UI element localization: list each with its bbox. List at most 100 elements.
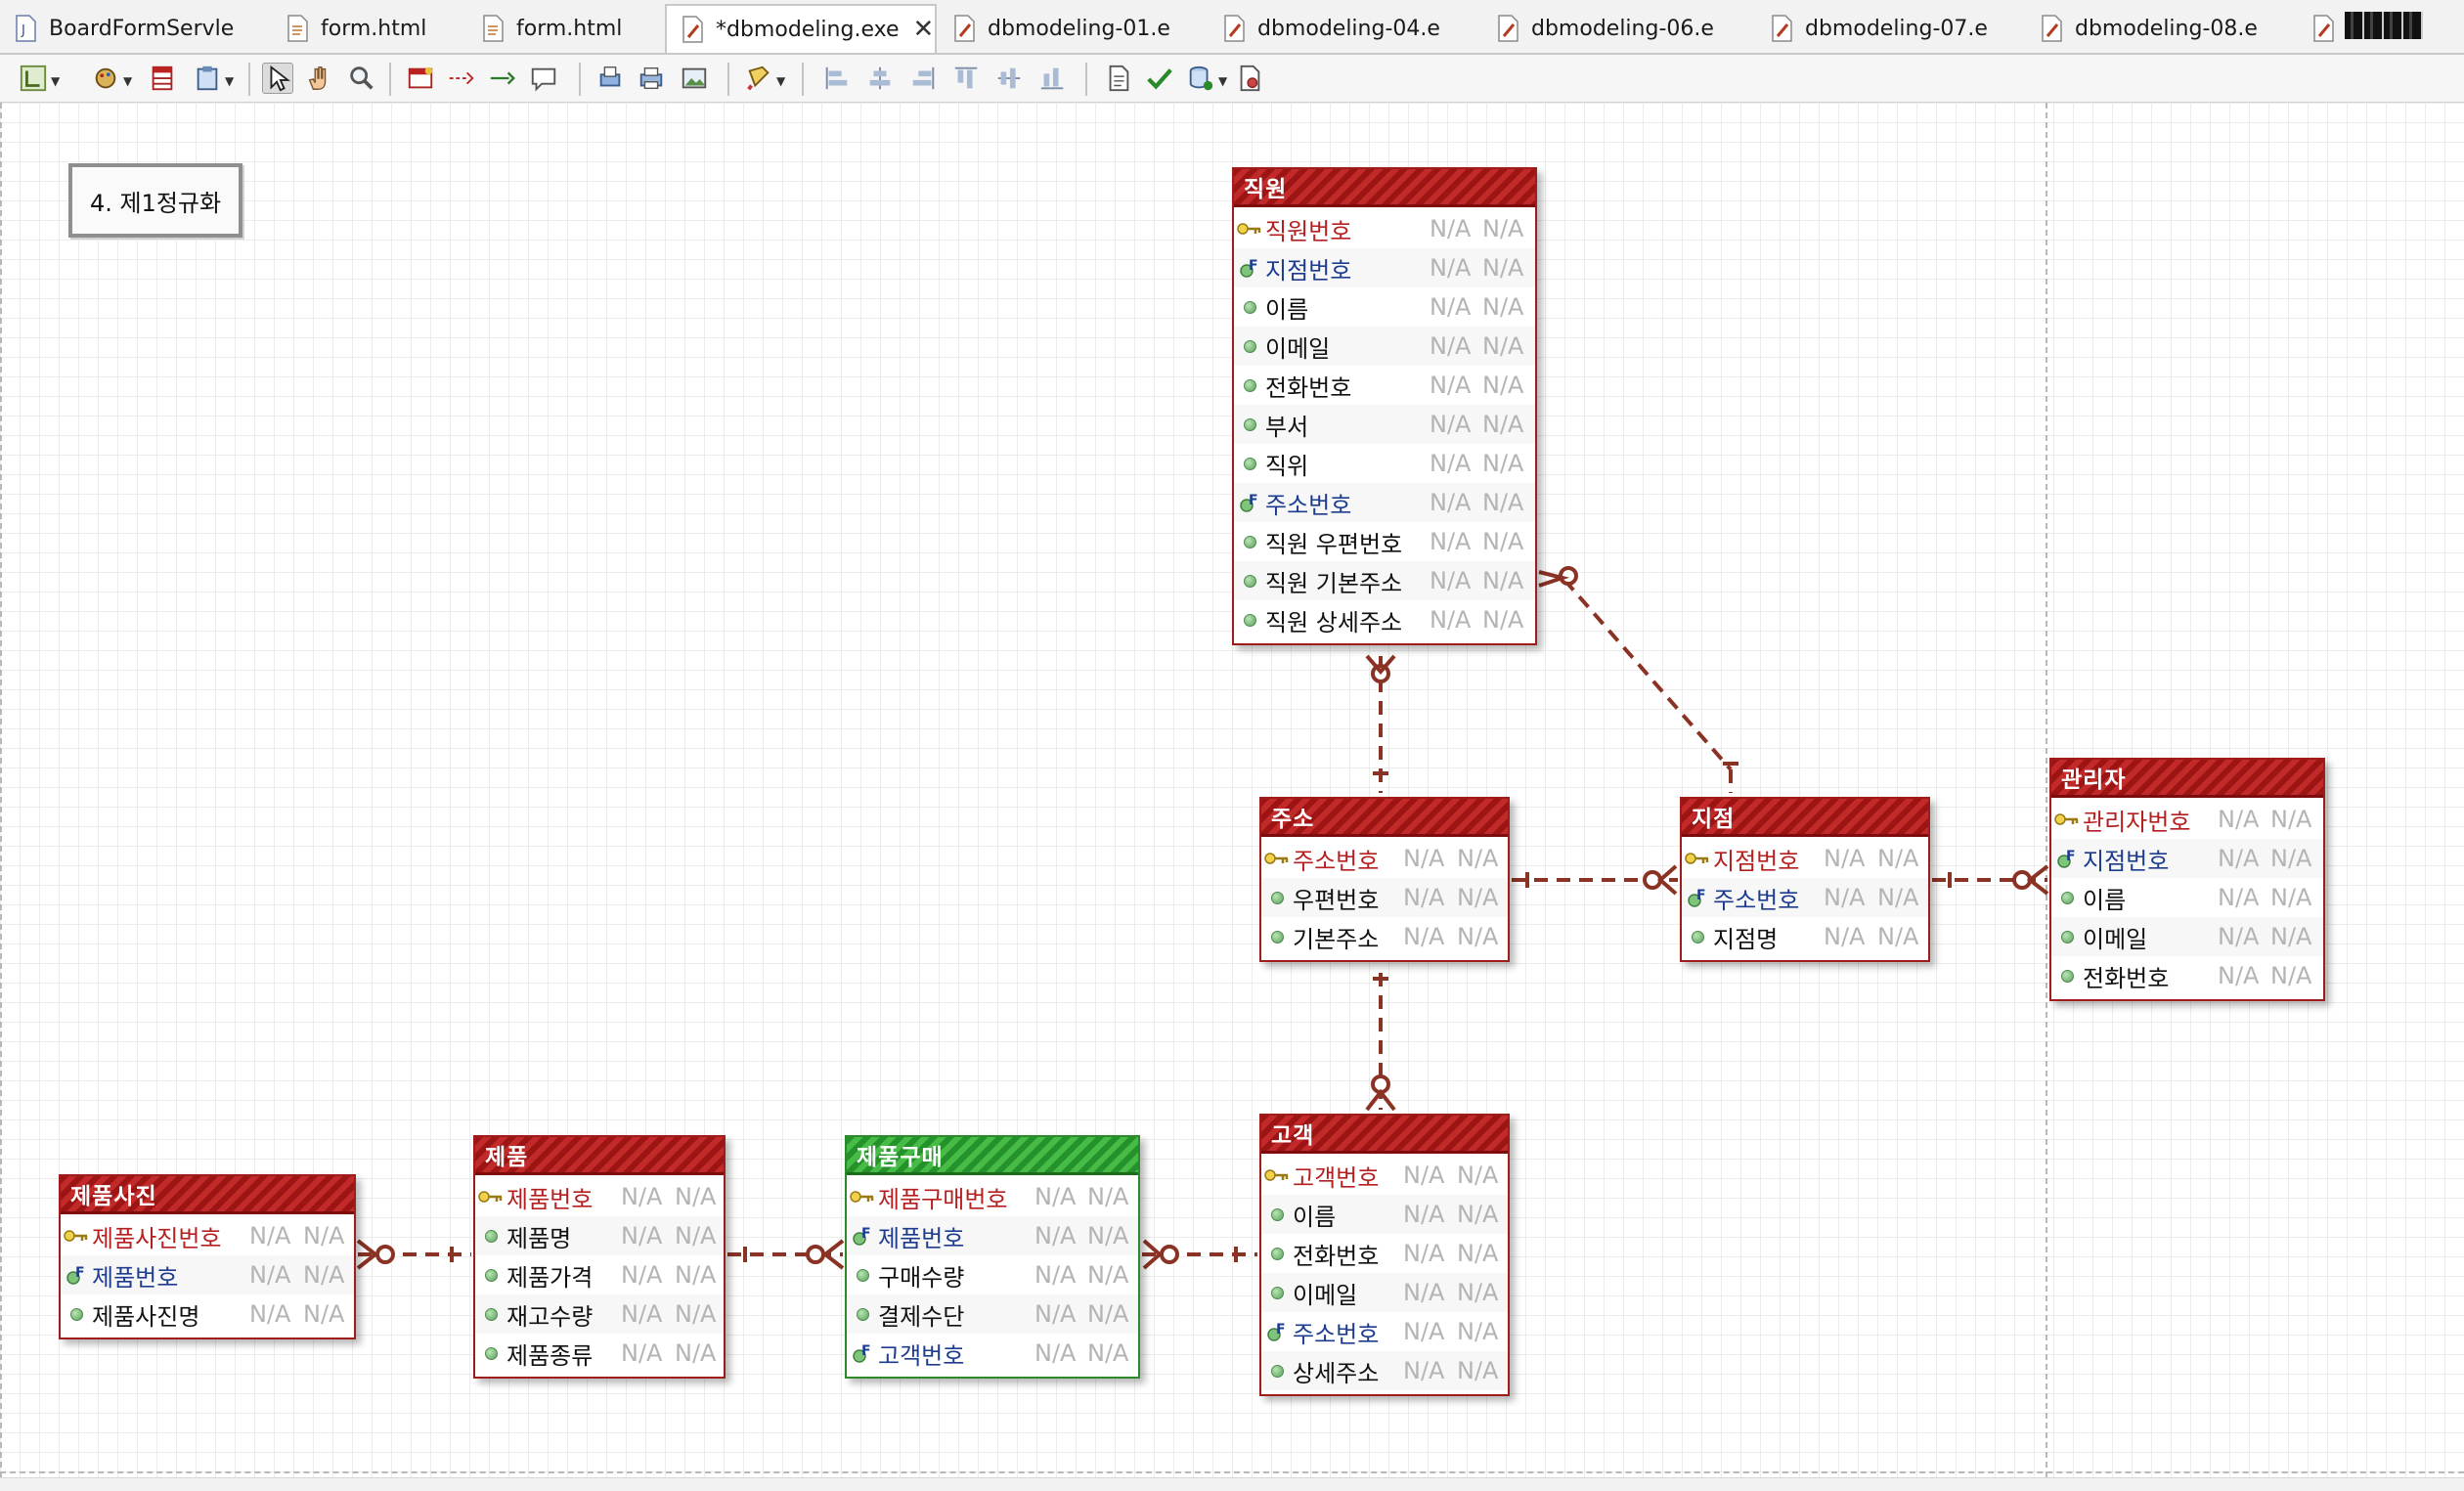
print-button[interactable]	[636, 63, 667, 94]
diagram-canvas[interactable]: 4. 제1정규화 직원 직원번호 N/A N/A F 지점번호 N/A N/A 이름 N/A N/A…	[0, 103, 2464, 1477]
column-row[interactable]: 이메일 N/A N/A	[1234, 327, 1535, 366]
tab-dbmodeling-exe[interactable]: *dbmodeling.exe ✕	[665, 4, 937, 53]
align-center-button[interactable]	[864, 63, 896, 94]
column-row[interactable]: 지점번호 N/A N/A	[1682, 839, 1928, 878]
align-left-button[interactable]	[821, 63, 853, 94]
document-icon	[1109, 65, 1129, 92]
column-row[interactable]: 직원 상세주소 N/A N/A	[1234, 600, 1535, 639]
clipboard-button[interactable]	[192, 63, 223, 94]
cardinality-zero-mark	[375, 1245, 395, 1264]
tab-dbmodeling-06[interactable]: dbmodeling-06.e	[1482, 4, 1746, 53]
align-bottom-button[interactable]	[1036, 63, 1068, 94]
column-row[interactable]: F 주소번호 N/A N/A	[1234, 483, 1535, 522]
entity-product-photo[interactable]: 제품사진 제품사진번호 N/A N/A F 제품번호 N/A N/A 제품사진명 N/A N/A	[59, 1174, 356, 1339]
settings-doc-button[interactable]	[1234, 63, 1265, 94]
chevron-down-icon[interactable]: ▼	[1218, 74, 1227, 88]
paint-button[interactable]	[743, 63, 774, 94]
column-row[interactable]: F 고객번호 N/A N/A	[847, 1334, 1138, 1373]
column-row[interactable]: 제품가격 N/A N/A	[475, 1255, 724, 1294]
tab-form-html-2[interactable]: form.html	[467, 4, 673, 53]
column-row[interactable]: 재고수량 N/A N/A	[475, 1294, 724, 1334]
image-export-button[interactable]	[679, 63, 710, 94]
zoom-button[interactable]	[346, 63, 377, 94]
palette-button[interactable]	[90, 63, 121, 94]
column-row[interactable]: 구매수량 N/A N/A	[847, 1255, 1138, 1294]
tab-dbmodeling-04[interactable]: dbmodeling-04.e	[1209, 4, 1473, 53]
new-table-button[interactable]	[405, 63, 436, 94]
column-row[interactable]: 이름 N/A N/A	[2051, 878, 2323, 917]
column-row[interactable]: 전화번호 N/A N/A	[1261, 1234, 1508, 1273]
entity-customer[interactable]: 고객 고객번호 N/A N/A 이름 N/A N/A 전화번호 N/A N/A 이메일 N/A N/A F…	[1259, 1114, 1510, 1396]
column-row[interactable]: 직원 우편번호 N/A N/A	[1234, 522, 1535, 561]
tab-dbmodeling-07[interactable]: dbmodeling-07.e	[1756, 4, 2020, 53]
tab-dbmodeling-01[interactable]: dbmodeling-01.e	[939, 4, 1203, 53]
select-arrow-button[interactable]	[262, 63, 293, 94]
column-row[interactable]: 제품명 N/A N/A	[475, 1216, 724, 1255]
column-row[interactable]: F 제품번호 N/A N/A	[847, 1216, 1138, 1255]
tab-dbmodeling-08[interactable]: dbmodeling-08.e	[2026, 4, 2300, 53]
column-row[interactable]: 제품사진명 N/A N/A	[61, 1294, 354, 1334]
column-row[interactable]: 주소번호 N/A N/A	[1261, 839, 1508, 878]
chevron-down-icon[interactable]: ▼	[123, 74, 132, 88]
column-row[interactable]: F 제품번호 N/A N/A	[61, 1255, 354, 1294]
note-button[interactable]	[528, 63, 559, 94]
align-top-button[interactable]	[950, 63, 982, 94]
chevron-down-icon[interactable]: ▼	[51, 74, 60, 88]
column-dot-icon	[484, 1268, 498, 1282]
column-row[interactable]: 상세주소 N/A N/A	[1261, 1351, 1508, 1390]
align-middle-button[interactable]	[993, 63, 1025, 94]
chevron-down-icon[interactable]: ▼	[225, 74, 234, 88]
column-row[interactable]: 우편번호 N/A N/A	[1261, 878, 1508, 917]
column-row[interactable]: 지점명 N/A N/A	[1682, 917, 1928, 956]
database-button[interactable]	[1185, 63, 1216, 94]
column-row[interactable]: 제품사진번호 N/A N/A	[61, 1216, 354, 1255]
column-row[interactable]: 이름 N/A N/A	[1234, 287, 1535, 327]
column-row[interactable]: 고객번호 N/A N/A	[1261, 1156, 1508, 1195]
relation-red-button[interactable]	[446, 63, 477, 94]
relation-green-button[interactable]	[487, 63, 518, 94]
column-row[interactable]: F 지점번호 N/A N/A	[2051, 839, 2323, 878]
layout-button[interactable]	[18, 63, 49, 94]
hand-button[interactable]	[303, 63, 334, 94]
tab-more-overflow[interactable]	[2298, 4, 2347, 53]
column-row[interactable]: 부서 N/A N/A	[1234, 405, 1535, 444]
table-button[interactable]	[147, 63, 178, 94]
tab-form-html-1[interactable]: form.html	[272, 4, 479, 53]
tab-boardformservlet[interactable]: J BoardFormServle	[0, 4, 284, 53]
column-icon-slot	[1261, 1364, 1293, 1378]
column-row[interactable]: F 주소번호 N/A N/A	[1682, 878, 1928, 917]
entity-address[interactable]: 주소 주소번호 N/A N/A 우편번호 N/A N/A 기본주소 N/A N/A	[1259, 797, 1510, 962]
column-row[interactable]: 제품번호 N/A N/A	[475, 1177, 724, 1216]
entity-employee[interactable]: 직원 직원번호 N/A N/A F 지점번호 N/A N/A 이름 N/A N/A 이메일 N/A N/A…	[1232, 167, 1537, 645]
entity-branch[interactable]: 지점 지점번호 N/A N/A F 주소번호 N/A N/A 지점명 N/A N/A	[1680, 797, 1930, 962]
check-button[interactable]	[1144, 63, 1175, 94]
column-row[interactable]: 관리자번호 N/A N/A	[2051, 800, 2323, 839]
close-tab-icon[interactable]: ✕	[912, 15, 934, 44]
column-row[interactable]: 이메일 N/A N/A	[2051, 917, 2323, 956]
column-row[interactable]: 이메일 N/A N/A	[1261, 1273, 1508, 1312]
column-row[interactable]: 기본주소 N/A N/A	[1261, 917, 1508, 956]
column-row[interactable]: F 지점번호 N/A N/A	[1234, 248, 1535, 287]
column-row[interactable]: 전화번호 N/A N/A	[1234, 366, 1535, 405]
entity-product[interactable]: 제품 제품번호 N/A N/A 제품명 N/A N/A 제품가격 N/A N/A 재고수량 N/A N/…	[473, 1135, 726, 1379]
document-button[interactable]	[1103, 63, 1134, 94]
entity-purchase[interactable]: 제품구매 제품구매번호 N/A N/A F 제품번호 N/A N/A 구매수량 N/A N/A 결제수…	[845, 1135, 1140, 1379]
align-right-button[interactable]	[907, 63, 939, 94]
column-row[interactable]: 직원 기본주소 N/A N/A	[1234, 561, 1535, 600]
diagram-note[interactable]: 4. 제1정규화	[68, 163, 242, 238]
entity-manager[interactable]: 관리자 관리자번호 N/A N/A F 지점번호 N/A N/A 이름 N/A N/A 이메일 N/A N…	[2049, 758, 2325, 1001]
status-bar	[0, 1477, 2464, 1491]
primary-key-icon	[1264, 853, 1289, 864]
column-row[interactable]: 이름 N/A N/A	[1261, 1195, 1508, 1234]
column-nullable: N/A	[1482, 528, 1524, 555]
column-row[interactable]: 직원번호 N/A N/A	[1234, 209, 1535, 248]
column-row[interactable]: 직위 N/A N/A	[1234, 444, 1535, 483]
chevron-down-icon[interactable]: ▼	[776, 74, 785, 88]
column-row[interactable]: 결제수단 N/A N/A	[847, 1294, 1138, 1334]
column-row[interactable]: F 주소번호 N/A N/A	[1261, 1312, 1508, 1351]
relation-red-icon	[449, 71, 474, 85]
print-preview-button[interactable]	[594, 63, 626, 94]
column-row[interactable]: 제품구매번호 N/A N/A	[847, 1177, 1138, 1216]
column-row[interactable]: 전화번호 N/A N/A	[2051, 956, 2323, 995]
column-row[interactable]: 제품종류 N/A N/A	[475, 1334, 724, 1373]
